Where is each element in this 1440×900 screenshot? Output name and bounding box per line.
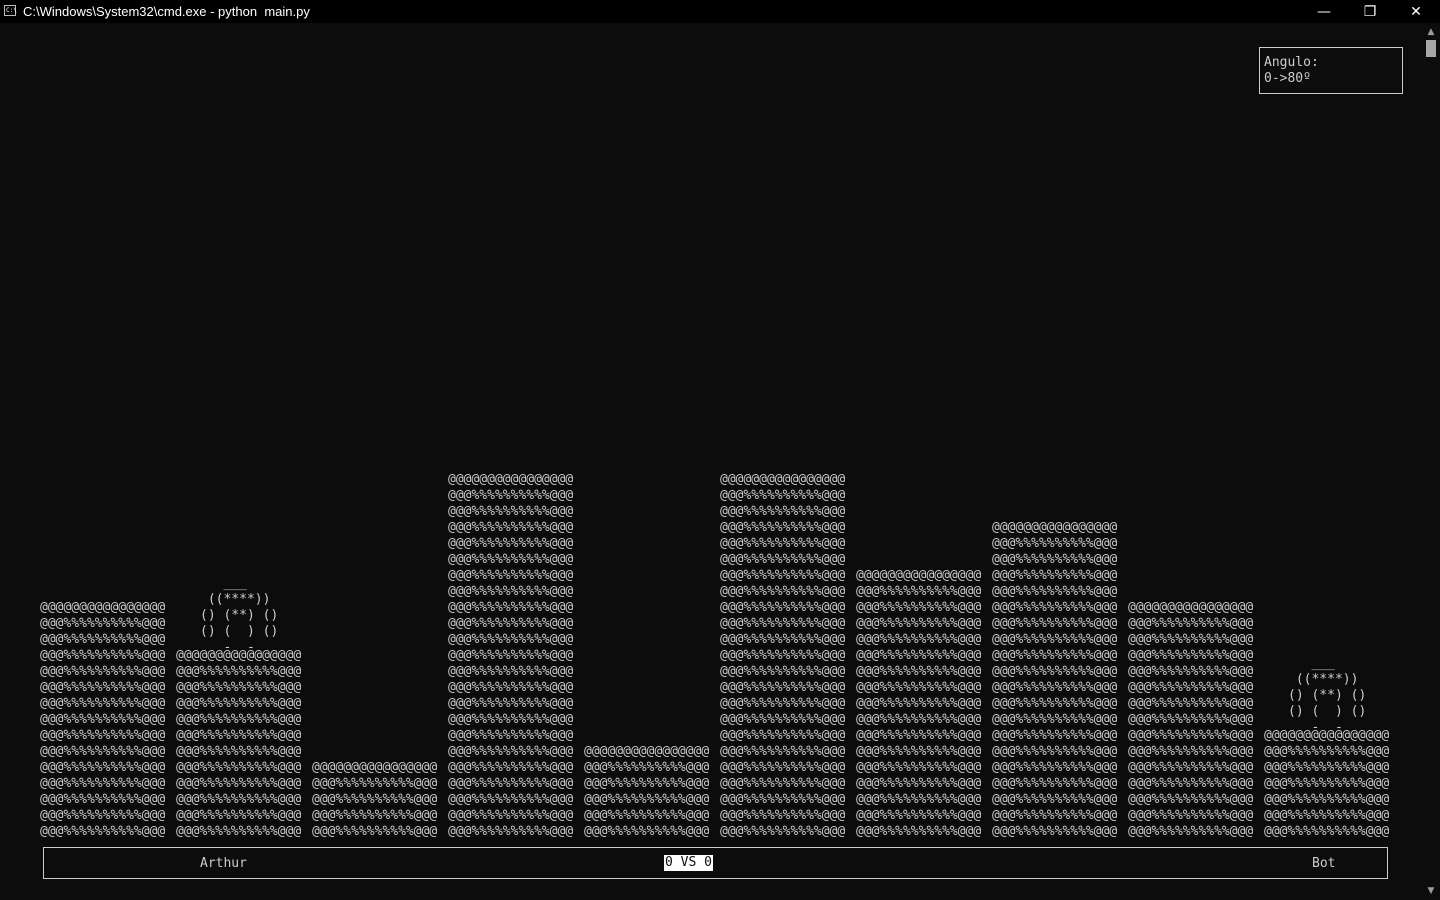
building: @@@@@@@@@@@@@@@@ @@@%%%%%%%%%%@@@ @@@%%%… bbox=[1264, 728, 1390, 839]
building: @@@@@@@@@@@@@@@@ @@@%%%%%%%%%%@@@ @@@%%%… bbox=[176, 648, 302, 839]
angle-panel: Angulo: 0->80º bbox=[1259, 47, 1403, 94]
building: @@@@@@@@@@@@@@@@ @@@%%%%%%%%%%@@@ @@@%%%… bbox=[448, 472, 574, 839]
cmd-icon: C:\ bbox=[4, 5, 17, 16]
close-button[interactable]: ✕ bbox=[1393, 0, 1439, 23]
scroll-down-icon[interactable]: ▼ bbox=[1422, 884, 1440, 898]
angle-label: Angulo: bbox=[1264, 55, 1319, 70]
building: @@@@@@@@@@@@@@@@ @@@%%%%%%%%%%@@@ @@@%%%… bbox=[992, 520, 1118, 839]
player1-name: Arthur bbox=[200, 856, 247, 871]
score-display: 0 VS 0 bbox=[664, 855, 713, 871]
building: @@@@@@@@@@@@@@@@ @@@%%%%%%%%%%@@@ @@@%%%… bbox=[40, 600, 166, 839]
building: @@@@@@@@@@@@@@@@ @@@%%%%%%%%%%@@@ @@@%%%… bbox=[720, 472, 846, 839]
maximize-button[interactable]: ❐ bbox=[1347, 0, 1393, 23]
player2-name: Bot bbox=[1312, 856, 1336, 871]
player-arthur-sprite: ___ ((****)) () (**) () () ( ) () - - bbox=[200, 576, 279, 655]
building: @@@@@@@@@@@@@@@@ @@@%%%%%%%%%%@@@ @@@%%%… bbox=[1128, 600, 1254, 839]
scoreboard: Arthur 0 VS 0 Bot bbox=[43, 847, 1388, 879]
building: @@@@@@@@@@@@@@@@ @@@%%%%%%%%%%@@@ @@@%%%… bbox=[584, 744, 710, 839]
minimize-button[interactable]: — bbox=[1301, 0, 1347, 23]
building: @@@@@@@@@@@@@@@@ @@@%%%%%%%%%%@@@ @@@%%%… bbox=[312, 760, 438, 839]
window-title: C:\Windows\System32\cmd.exe - python mai… bbox=[23, 4, 310, 19]
scrollbar-thumb[interactable] bbox=[1426, 40, 1436, 57]
angle-value: 0->80º bbox=[1264, 71, 1311, 86]
player-bot-sprite: ___ ((****)) () (**) () () ( ) () - - bbox=[1288, 656, 1367, 735]
title-bar: C:\ C:\Windows\System32\cmd.exe - python… bbox=[0, 0, 1440, 23]
vertical-scrollbar[interactable]: ▲ ▼ bbox=[1422, 23, 1440, 900]
scroll-up-icon[interactable]: ▲ bbox=[1422, 25, 1440, 39]
building: @@@@@@@@@@@@@@@@ @@@%%%%%%%%%%@@@ @@@%%%… bbox=[856, 568, 982, 839]
